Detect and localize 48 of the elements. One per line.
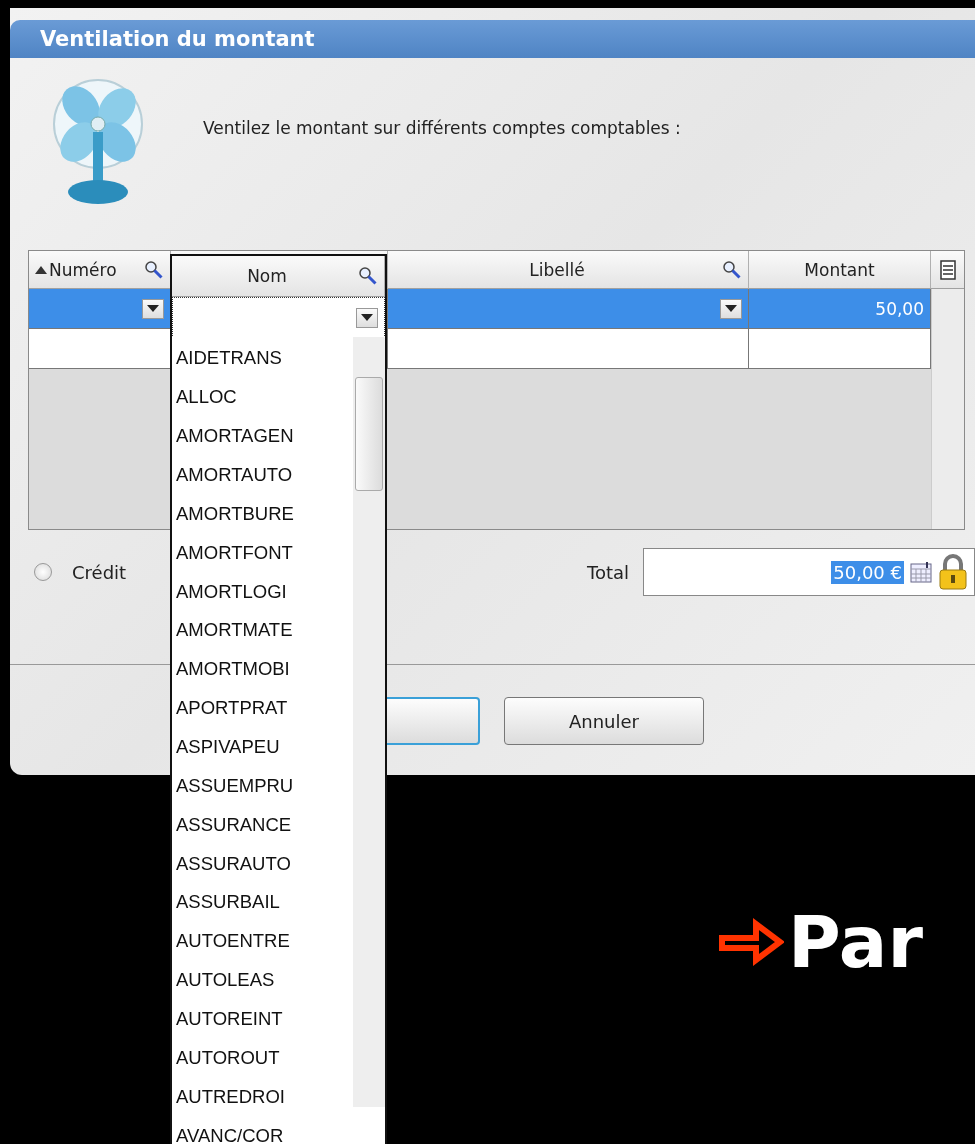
sort-icon bbox=[35, 265, 47, 274]
arrow-icon bbox=[718, 916, 784, 968]
slide-text: Par bbox=[788, 900, 923, 984]
list-item[interactable]: ASSURBAIL bbox=[172, 883, 353, 922]
list-item[interactable]: AMORTMOBI bbox=[172, 649, 353, 689]
caret-icon bbox=[147, 305, 159, 312]
lock-icon[interactable] bbox=[938, 554, 968, 590]
dropdown-button[interactable] bbox=[356, 307, 378, 328]
scrollbar[interactable] bbox=[931, 289, 964, 529]
list-item[interactable]: AUTOENTRE bbox=[172, 921, 353, 961]
search-icon[interactable] bbox=[358, 266, 378, 286]
search-icon[interactable] bbox=[144, 259, 164, 280]
caret-icon bbox=[725, 305, 737, 312]
column-chooser-icon[interactable] bbox=[938, 258, 957, 281]
list-item[interactable]: AIDETRANS bbox=[172, 339, 353, 378]
cancel-button[interactable]: Annuler bbox=[504, 697, 704, 745]
calculator-icon[interactable] bbox=[910, 561, 932, 583]
radio-label: Crédit bbox=[72, 561, 127, 583]
list-item[interactable]: ASSUEMPRU bbox=[172, 766, 353, 806]
list-item[interactable]: APORTPRAT bbox=[172, 688, 353, 728]
list-item[interactable]: AMORTMATE bbox=[172, 611, 353, 650]
dropdown-button[interactable] bbox=[720, 298, 742, 319]
amount-text: 50,00 bbox=[875, 298, 924, 319]
list-item[interactable]: ALLOC bbox=[172, 377, 353, 417]
list-item[interactable]: ASSURAUTO bbox=[172, 844, 353, 884]
list-item[interactable]: AUTOREINT bbox=[172, 999, 353, 1039]
combo-field[interactable] bbox=[172, 297, 385, 338]
list-item[interactable]: ASSURANCE bbox=[172, 805, 353, 845]
radio-button[interactable] bbox=[34, 563, 52, 581]
list-item[interactable]: AMORTAGEN bbox=[172, 416, 353, 456]
list-item[interactable]: AUTREDROI bbox=[172, 1077, 353, 1117]
list-item[interactable]: AUTOROUT bbox=[172, 1038, 353, 1078]
list-item[interactable]: AMORTLOGI bbox=[172, 572, 353, 611]
list-item[interactable]: AMORTBURE bbox=[172, 494, 353, 534]
dropdown-button[interactable] bbox=[142, 298, 164, 319]
list-item[interactable]: ASPIVAPEU bbox=[172, 727, 353, 767]
search-icon[interactable] bbox=[722, 259, 742, 280]
list-item[interactable]: AMORTAUTO bbox=[172, 455, 353, 495]
window-title: Ventilation du montant bbox=[40, 27, 315, 51]
scrollbar[interactable] bbox=[353, 337, 385, 1107]
list-item[interactable]: AMORTFONT bbox=[172, 533, 353, 573]
list-item[interactable]: AUTOLEAS bbox=[172, 960, 353, 1000]
caret-icon bbox=[361, 314, 373, 321]
list-item[interactable]: AVANC/COR bbox=[172, 1116, 353, 1144]
total-label: Total bbox=[586, 561, 629, 583]
instruction-text: Ventilez le montant sur différents comptes comptables : bbox=[203, 118, 681, 138]
scroll-thumb[interactable] bbox=[355, 377, 383, 491]
total-value: 50,00 € bbox=[831, 560, 904, 584]
